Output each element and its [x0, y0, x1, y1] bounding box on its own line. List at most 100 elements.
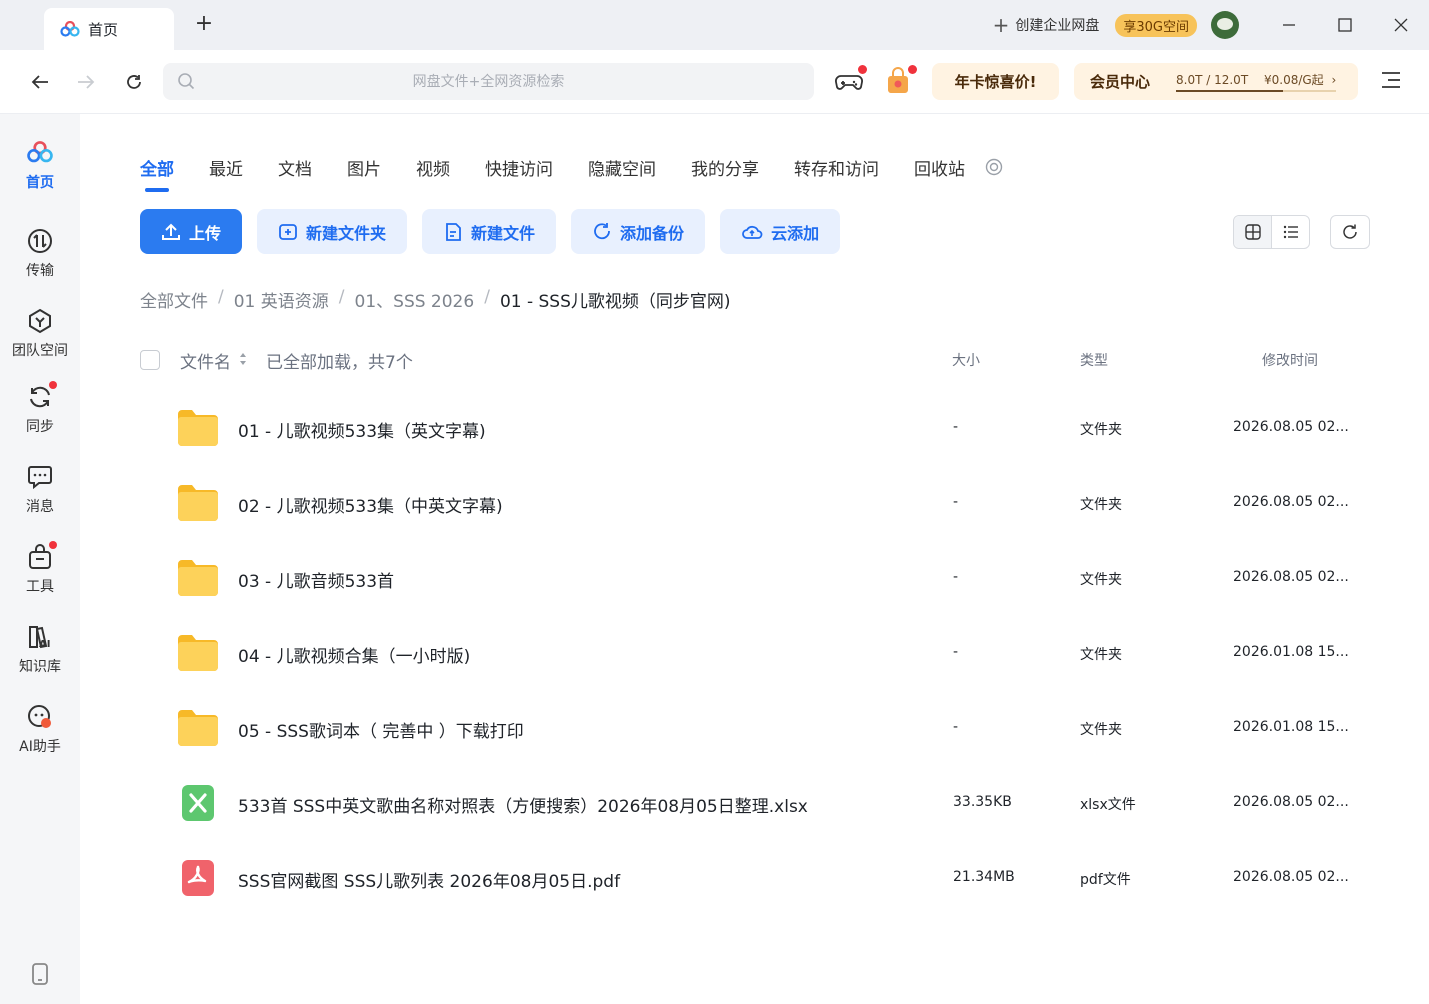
toolbox-icon: [29, 544, 51, 569]
file-row[interactable]: 533首 SSS中英文歌曲名称对照表（方便搜索）2026年08月05日整理.xl…: [140, 766, 1370, 841]
file-name[interactable]: 533首 SSS中英文歌曲名称对照表（方便搜索）2026年08月05日整理.xl…: [238, 792, 808, 817]
file-row[interactable]: 05 - SSS歌词本（ 完善中 ）下载打印 - 文件夹 2026.01.08 15.…: [140, 691, 1370, 766]
file-row[interactable]: 01 - 儿歌视频533集（英文字幕) - 文件夹 2026.08.05 02...: [140, 391, 1370, 466]
list-view-button[interactable]: [1272, 216, 1309, 248]
forward-button[interactable]: [74, 70, 98, 94]
sidebar-item-sync[interactable]: 同步: [0, 381, 80, 452]
breadcrumb-separator: /: [218, 287, 224, 307]
tab-home[interactable]: 首页: [44, 8, 174, 50]
add-backup-button[interactable]: 添加备份: [571, 209, 706, 254]
file-name[interactable]: 01 - 儿歌视频533集（英文字幕): [238, 417, 486, 442]
sidebar-item-label: 首页: [26, 175, 54, 191]
tab-my-shares[interactable]: 我的分享: [691, 155, 759, 180]
main-menu-button[interactable]: [1380, 70, 1402, 94]
gift-button[interactable]: [884, 65, 917, 96]
file-modified: 2026.08.05 02...: [1233, 494, 1349, 510]
reload-button[interactable]: [122, 70, 146, 94]
upload-button[interactable]: 上传: [140, 209, 243, 254]
file-row[interactable]: SSS官网截图 SSS儿歌列表 2026年08月05日.pdf 21.34MB pd…: [140, 841, 1370, 916]
refresh-button[interactable]: [1330, 215, 1370, 249]
select-all-checkbox[interactable]: [140, 350, 160, 370]
file-name[interactable]: 04 - 儿歌视频合集（一小时版): [238, 642, 470, 667]
maximize-icon: [1338, 18, 1352, 32]
new-folder-label: 新建文件夹: [306, 223, 387, 243]
file-name[interactable]: SSS官网截图 SSS儿歌列表 2026年08月05日.pdf: [238, 867, 620, 892]
column-header-modified[interactable]: 修改时间: [1262, 350, 1318, 370]
upload-label: 上传: [189, 223, 222, 243]
view-mode-toggle: [1233, 215, 1310, 249]
file-list-header: 文件名 已全部加载，共7个 大小 类型 修改时间: [140, 345, 1370, 375]
breadcrumb-item[interactable]: 全部文件: [140, 287, 208, 312]
column-header-name[interactable]: 文件名: [180, 348, 231, 373]
grid-view-button[interactable]: [1234, 216, 1272, 248]
message-icon: [28, 466, 52, 490]
vip-center-button[interactable]: 会员中心 8.0T / 12.0T ¥0.08/G起 ›: [1074, 63, 1358, 100]
cloud-add-button[interactable]: 云添加: [720, 209, 841, 254]
file-row[interactable]: 04 - 儿歌视频合集（一小时版) - 文件夹 2026.01.08 15...: [140, 616, 1370, 691]
transfer-icon: [28, 229, 52, 253]
file-size: 33.35KB: [953, 794, 1012, 810]
vip-price: ¥0.08/G起: [1263, 73, 1324, 87]
sidebar-item-team-space[interactable]: 团队空间: [0, 306, 80, 376]
breadcrumb-item[interactable]: 01 英语资源: [234, 287, 329, 312]
tab-quick-access[interactable]: 快捷访问: [485, 155, 553, 180]
file-row[interactable]: 02 - 儿歌视频533集（中英文字幕) - 文件夹 2026.08.05 02...: [140, 466, 1370, 541]
new-folder-button[interactable]: 新建文件夹: [257, 209, 408, 254]
new-file-button[interactable]: 新建文件: [422, 209, 557, 254]
tab-videos[interactable]: 视频: [416, 155, 450, 180]
tab-recent[interactable]: 最近: [209, 155, 243, 180]
file-row[interactable]: 03 - 儿歌音频533首 - 文件夹 2026.08.05 02...: [140, 541, 1370, 616]
tab-hidden-space[interactable]: 隐藏空间: [588, 155, 656, 180]
pdf-file-icon: [182, 860, 214, 896]
category-tabs: 全部 最近 文档 图片 视频 快捷访问 隐藏空间 我的分享 转存和访问 回收站: [140, 152, 1003, 192]
file-modified: 2026.01.08 15...: [1233, 719, 1349, 735]
sidebar-item-ai-assistant[interactable]: AI助手: [0, 702, 80, 772]
minimize-icon: [1283, 24, 1295, 26]
tab-images[interactable]: 图片: [347, 155, 381, 180]
search-input[interactable]: [163, 63, 814, 100]
close-button[interactable]: [1373, 0, 1429, 50]
file-icon-wrapper: [176, 783, 220, 823]
column-header-size[interactable]: 大小: [952, 350, 980, 370]
sidebar-item-transfer[interactable]: 传输: [0, 226, 80, 296]
minimize-button[interactable]: [1261, 0, 1317, 50]
list-view-icon: [1283, 225, 1298, 239]
new-tab-button[interactable]: +: [192, 12, 216, 36]
tab-settings-icon[interactable]: [985, 158, 1003, 176]
tab-documents[interactable]: 文档: [278, 155, 312, 180]
tab-all[interactable]: 全部: [140, 155, 174, 192]
file-name[interactable]: 02 - 儿歌视频533集（中英文字幕): [238, 492, 503, 517]
breadcrumb-current: 01 - SSS儿歌视频（同步官网): [499, 292, 731, 312]
file-type: pdf文件: [1080, 872, 1131, 888]
knowledge-base-icon: AI: [29, 626, 50, 650]
annual-promo-button[interactable]: 年卡惊喜价!: [932, 63, 1059, 100]
file-name[interactable]: 03 - 儿歌音频533首: [238, 567, 394, 592]
sidebar-item-home[interactable]: 首页: [0, 138, 80, 208]
cloud-add-label: 云添加: [771, 223, 820, 243]
file-icon-wrapper: [176, 483, 220, 523]
tab-transfer-visits[interactable]: 转存和访问: [794, 155, 879, 180]
breadcrumb-item[interactable]: 01、SSS 2026: [355, 287, 475, 312]
sidebar-item-messages[interactable]: 消息: [0, 462, 80, 532]
sort-icon[interactable]: [238, 351, 248, 367]
sidebar-item-tools[interactable]: 工具: [0, 541, 80, 612]
maximize-button[interactable]: [1317, 0, 1373, 50]
sidebar-item-knowledge-base[interactable]: AI 知识库: [0, 622, 80, 692]
add-backup-label: 添加备份: [620, 223, 685, 243]
search-box[interactable]: [163, 63, 814, 100]
file-type: 文件夹: [1080, 647, 1122, 663]
create-enterprise-button[interactable]: + 创建企业网盘: [993, 15, 1100, 35]
game-center-button[interactable]: [834, 65, 867, 96]
column-header-type[interactable]: 类型: [1080, 350, 1108, 370]
loaded-status: 已全部加载，共7个: [266, 353, 413, 373]
mobile-device-button[interactable]: [31, 963, 49, 989]
file-icon-wrapper: [176, 708, 220, 748]
back-button[interactable]: [28, 70, 52, 94]
promo-badge[interactable]: 享30G空间: [1115, 13, 1197, 37]
file-name[interactable]: 05 - SSS歌词本（ 完善中 ）下载打印: [238, 717, 524, 742]
avatar[interactable]: [1211, 11, 1239, 39]
folder-icon: [178, 710, 218, 746]
tab-recycle-bin[interactable]: 回收站: [914, 155, 965, 180]
cloud-upload-icon: [742, 225, 763, 239]
file-type: xlsx文件: [1080, 797, 1136, 813]
